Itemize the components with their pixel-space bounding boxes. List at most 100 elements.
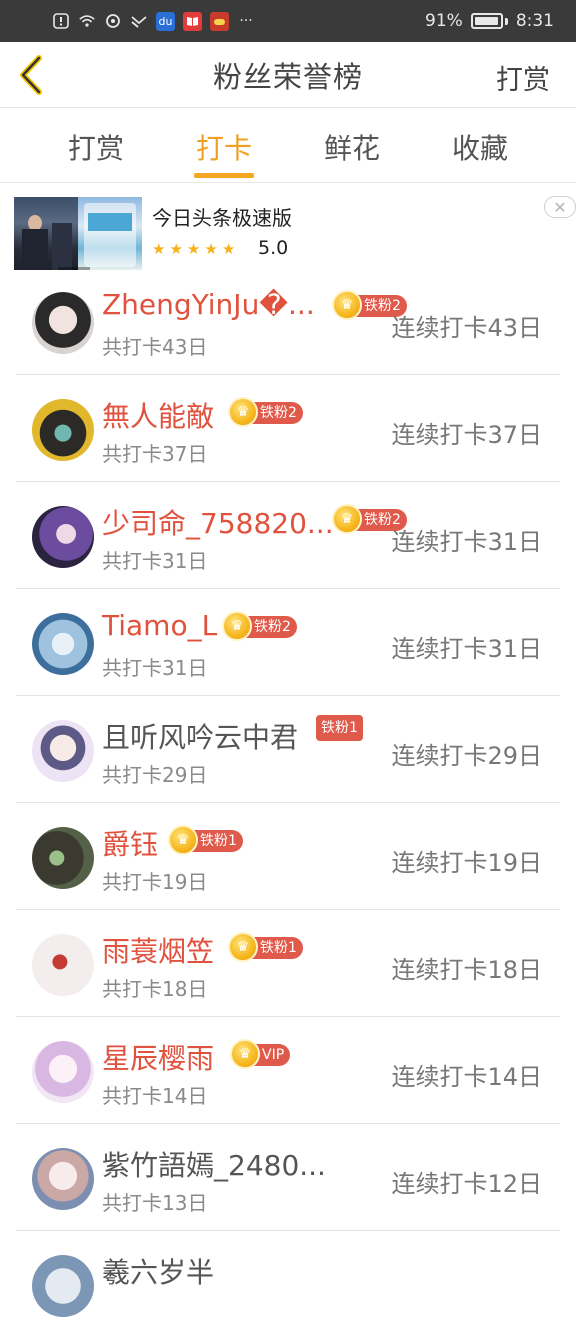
user-name[interactable]: 且听风吟云中君 [102, 716, 298, 756]
streak-count: 连续打卡31日 [391, 635, 542, 663]
battery-icon [470, 13, 503, 29]
streak-count: 连续打卡31日 [391, 528, 542, 556]
crown-icon: ♛ [332, 290, 362, 320]
total-checkin: 共打卡19日 [102, 870, 208, 894]
tab-checkin[interactable]: 打卡 [184, 127, 264, 167]
list-item[interactable]: 無人能敵 ♛ 铁粉2 共打卡37日 连续打卡37日 [16, 375, 560, 482]
fan-level: 铁粉1 [316, 715, 363, 741]
battery-percent: 91% [425, 11, 463, 31]
list-item[interactable]: 羲六岁半 [16, 1231, 560, 1338]
crown-icon: ♛ [230, 1039, 260, 1069]
crown-icon: ♛ [168, 825, 198, 855]
list-item[interactable]: 星辰樱雨 ♛ VIP 共打卡14日 连续打卡14日 [16, 1017, 560, 1124]
avatar[interactable] [32, 506, 94, 568]
alert-icon [52, 12, 70, 30]
reward-button[interactable]: 打赏 [496, 58, 550, 97]
streak-count: 连续打卡12日 [391, 1170, 542, 1198]
fan-badge: ♛ 铁粉2 [228, 397, 303, 427]
user-name[interactable]: 紫竹語嫣_2480... [102, 1144, 326, 1184]
total-checkin: 共打卡18日 [102, 977, 208, 1001]
crown-icon: ♛ [332, 504, 362, 534]
total-checkin: 共打卡14日 [102, 1084, 208, 1108]
baidu-app-icon: du [156, 11, 175, 31]
status-right: 91% 8:31 [425, 11, 554, 31]
vip-badge: ♛ VIP [230, 1039, 291, 1069]
sync-icon [104, 12, 122, 30]
chevron-left-icon [20, 55, 42, 95]
list-item[interactable]: Tiamo_L ♛ 铁粉2 共打卡31日 连续打卡31日 [16, 589, 560, 696]
signal-icon [130, 12, 148, 30]
total-checkin: 共打卡37日 [102, 442, 208, 466]
ad-star-rating: ★ ★ ★ ★ ★ [152, 240, 235, 258]
crown-icon: ♛ [228, 397, 258, 427]
back-button[interactable] [14, 54, 50, 96]
list-item[interactable]: ZhengYinJu�... ♛ 铁粉2 共打卡43日 连续打卡43日 [16, 268, 560, 375]
user-name[interactable]: 無人能敵 [102, 395, 214, 435]
total-checkin: 共打卡29日 [102, 763, 208, 787]
page-title: 粉丝荣誉榜 [212, 59, 363, 94]
crown-icon: ♛ [228, 932, 258, 962]
game-app-icon [210, 11, 229, 31]
ad-title: 今日头条极速版 [152, 206, 292, 230]
streak-count: 连续打卡14日 [391, 1063, 542, 1091]
user-name[interactable]: 少司命_758820... [102, 502, 334, 542]
user-name[interactable]: ZhengYinJu�... [102, 288, 315, 321]
avatar[interactable] [32, 292, 94, 354]
fan-badge: ♛ 铁粉1 [228, 932, 303, 962]
crown-icon: ♛ [222, 611, 252, 641]
user-name[interactable]: 星辰樱雨 [102, 1037, 214, 1077]
list-item[interactable]: 雨蓑烟笠 ♛ 铁粉1 共打卡18日 连续打卡18日 [16, 910, 560, 1017]
user-name[interactable]: 雨蓑烟笠 [102, 930, 214, 970]
status-bar: du ··· 91% 8:31 [0, 0, 576, 42]
more-icon: ··· [239, 13, 253, 29]
wifi-icon [78, 12, 96, 30]
ad-image-news [14, 197, 78, 270]
ad-close-button[interactable]: ✕ [544, 196, 576, 218]
user-name[interactable]: 羲六岁半 [102, 1251, 214, 1291]
avatar[interactable] [32, 613, 94, 675]
total-checkin: 共打卡13日 [102, 1191, 208, 1215]
star-icon: ★ [204, 240, 218, 258]
avatar[interactable] [32, 1255, 94, 1317]
ad-banner[interactable]: 广告 今日头条极速版 ★ ★ ★ ★ ★ 5.0 ✕ [0, 184, 576, 280]
clock: 8:31 [515, 11, 554, 31]
app-header: 粉丝荣誉榜 打赏 [0, 42, 576, 108]
streak-count: 连续打卡43日 [391, 314, 542, 342]
fan-badge: ♛ 铁粉1 [168, 825, 243, 855]
avatar[interactable] [32, 1148, 94, 1210]
avatar[interactable] [32, 720, 94, 782]
list-item[interactable]: 且听风吟云中君 铁粉1 共打卡29日 连续打卡29日 [16, 696, 560, 803]
ad-rating-value: 5.0 [258, 237, 289, 259]
user-name[interactable]: 爵钰 [102, 823, 158, 863]
status-icons: du ··· [52, 11, 425, 31]
tab-flowers[interactable]: 鲜花 [312, 127, 392, 167]
list-item[interactable]: 爵钰 ♛ 铁粉1 共打卡19日 连续打卡19日 [16, 803, 560, 910]
star-icon: ★ [186, 240, 201, 258]
avatar[interactable] [32, 934, 94, 996]
list-item[interactable]: 紫竹語嫣_2480... 共打卡13日 连续打卡12日 [16, 1124, 560, 1231]
avatar[interactable] [32, 827, 94, 889]
total-checkin: 共打卡31日 [102, 656, 208, 680]
user-name[interactable]: Tiamo_L [102, 609, 217, 642]
star-icon: ★ [221, 240, 236, 258]
streak-count: 连续打卡19日 [391, 849, 542, 877]
tab-reward[interactable]: 打赏 [56, 127, 136, 167]
total-checkin: 共打卡31日 [102, 549, 208, 573]
avatar[interactable] [32, 399, 94, 461]
avatar[interactable] [32, 1041, 94, 1103]
list-item[interactable]: 少司命_758820... ♛ 铁粉2 共打卡31日 连续打卡31日 [16, 482, 560, 589]
reader-app-icon [183, 11, 202, 31]
tab-bar: 打赏 打卡 鲜花 收藏 [0, 109, 576, 183]
total-checkin: 共打卡43日 [102, 335, 208, 359]
fan-badge: ♛ 铁粉2 [222, 611, 297, 641]
ad-thumbnail: 广告 [14, 197, 142, 270]
star-icon: ★ [169, 240, 183, 258]
streak-count: 连续打卡18日 [391, 956, 542, 984]
active-tab-indicator [194, 173, 254, 178]
battery-tip-icon [504, 17, 508, 25]
tab-collect[interactable]: 收藏 [440, 127, 520, 167]
streak-count: 连续打卡29日 [391, 742, 542, 770]
streak-count: 连续打卡37日 [391, 421, 542, 449]
ad-image-phone [78, 197, 142, 270]
fan-badge: 铁粉1 [316, 715, 363, 741]
